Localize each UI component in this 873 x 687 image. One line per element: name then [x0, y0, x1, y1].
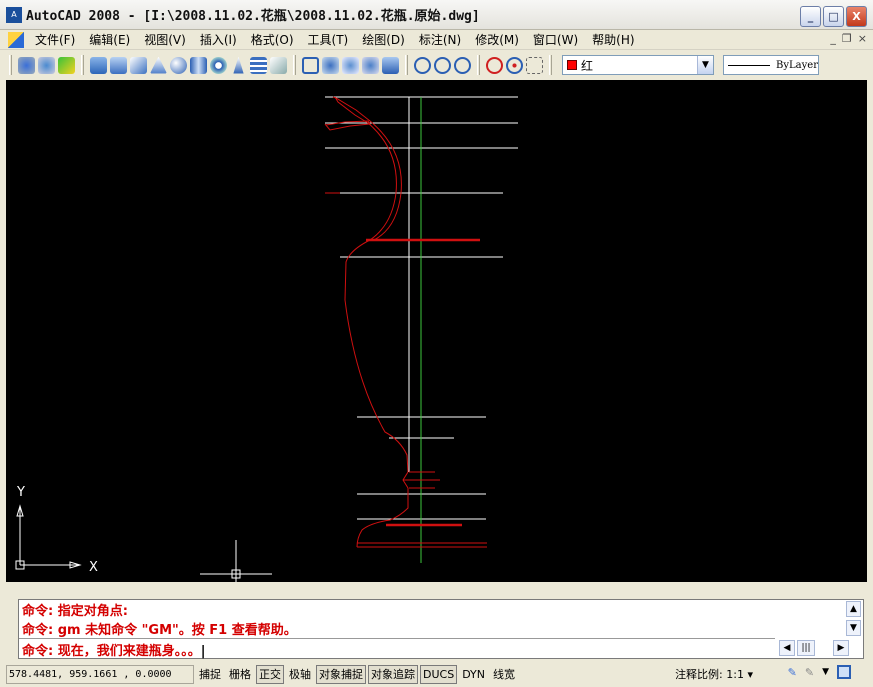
ucs-icon	[15, 504, 82, 570]
neck-inner	[332, 96, 402, 241]
menu-modify[interactable]: 修改(M)	[468, 31, 526, 48]
menu-window[interactable]: 窗口(W)	[526, 31, 585, 48]
menu-insert[interactable]: 插入(I)	[193, 31, 244, 48]
toolbar-separator	[549, 55, 552, 75]
base	[356, 488, 409, 548]
window-title: AutoCAD 2008 - [I:\2008.11.02.花瓶\2008.11…	[26, 9, 480, 24]
menu-dimension[interactable]: 标注(N)	[412, 31, 468, 48]
presspull-icon[interactable]	[322, 56, 339, 74]
osnap-toggle[interactable]: 对象捕捉	[316, 665, 366, 684]
ortho-toggle[interactable]: 正交	[256, 665, 284, 684]
crosshair-cursor	[200, 540, 272, 582]
lip	[324, 120, 371, 131]
auto-scale-icon[interactable]: ✎	[805, 666, 814, 679]
layer-name: 红	[581, 58, 594, 73]
menu-bar: 文件(F) 编辑(E) 视图(V) 插入(I) 格式(O) 工具(T) 绘图(D…	[0, 30, 873, 50]
layer-color-swatch	[567, 60, 577, 70]
union-icon[interactable]	[414, 56, 431, 74]
menu-format[interactable]: 格式(O)	[244, 31, 301, 48]
axis-x-label: X	[89, 560, 98, 575]
status-menu-arrow-icon[interactable]: ▼	[822, 667, 829, 677]
orbit-icon[interactable]	[18, 56, 35, 74]
dyn-toggle[interactable]: DYN	[459, 665, 488, 684]
drawing: Y X	[15, 96, 518, 582]
command-prompt: 命令: 现在，我们来建瓶身。。。	[22, 644, 201, 659]
command-window[interactable]: 命令: 指定对角点: 命令: gm 未知命令 "GM"。按 F1 查看帮助。 命…	[18, 599, 864, 659]
toolbar: 红 ▼ ByLayer	[0, 52, 873, 78]
menu-tools[interactable]: 工具(T)	[301, 31, 356, 48]
toolbar-grip[interactable]	[9, 55, 12, 75]
doc-minimize-button[interactable]: _	[830, 32, 836, 45]
neck-outer	[334, 96, 397, 241]
3d-rotate-icon[interactable]	[506, 56, 523, 74]
menu-file[interactable]: 文件(F)	[28, 31, 82, 48]
box-icon[interactable]	[110, 56, 127, 74]
sphere-icon[interactable]	[170, 56, 187, 74]
scroll-down-button[interactable]: ▼	[846, 620, 861, 636]
menu-draw[interactable]: 绘图(D)	[355, 31, 412, 48]
document-icon[interactable]	[8, 31, 24, 48]
scroll-left-button[interactable]: ◀	[779, 640, 795, 656]
linetype-name: ByLayer	[776, 59, 818, 71]
toolbar-separator	[477, 55, 480, 75]
ducs-toggle[interactable]: DUCS	[420, 665, 458, 684]
menu-view[interactable]: 视图(V)	[137, 31, 193, 48]
toolbar-separator	[81, 55, 84, 75]
extrude-icon[interactable]	[302, 56, 319, 74]
chevron-down-icon[interactable]: ▼	[697, 56, 713, 74]
annotation-scale[interactable]: 注释比例: 1:1 ▾	[675, 666, 753, 682]
planar-surface-icon[interactable]	[270, 56, 287, 74]
toolbar-separator	[293, 55, 296, 75]
command-history-line: 命令: 指定对角点:	[22, 604, 128, 619]
subtract-icon[interactable]	[434, 56, 451, 74]
intersect-icon[interactable]	[454, 56, 471, 74]
torus-icon[interactable]	[210, 56, 227, 74]
command-input[interactable]: 命令: 现在，我们来建瓶身。。。|	[22, 640, 205, 659]
axis-y-label: Y	[16, 485, 25, 500]
clean-screen-icon[interactable]	[837, 665, 851, 679]
helix-icon[interactable]	[250, 56, 267, 74]
title-bar: A AutoCAD 2008 - [I:\2008.11.02.花瓶\2008.…	[0, 0, 873, 30]
coordinate-readout[interactable]: 578.4481, 959.1661 , 0.0000	[6, 665, 194, 684]
free-orbit-icon[interactable]	[38, 56, 55, 74]
linetype-dropdown[interactable]: ByLayer	[723, 55, 819, 75]
annotation-visibility-icon[interactable]: ✎	[788, 666, 797, 679]
vase-profile	[324, 96, 487, 548]
cylinder-icon[interactable]	[190, 56, 207, 74]
minimize-button[interactable]: _	[800, 6, 821, 27]
scroll-right-button[interactable]: ▶	[833, 640, 849, 656]
doc-close-button[interactable]: ×	[858, 32, 867, 45]
close-button[interactable]: X	[846, 6, 867, 27]
polysolid-icon[interactable]	[90, 56, 107, 74]
revolve-icon[interactable]	[362, 56, 379, 74]
wedge-icon[interactable]	[130, 56, 147, 74]
scroll-thumb[interactable]: |||	[797, 640, 815, 656]
3d-move-icon[interactable]	[486, 56, 503, 74]
scroll-up-button[interactable]: ▲	[846, 601, 861, 617]
polar-toggle[interactable]: 极轴	[286, 665, 314, 684]
drawing-canvas[interactable]: Y X	[6, 80, 867, 582]
snap-toggle[interactable]: 捕捉	[196, 665, 224, 684]
menu-help[interactable]: 帮助(H)	[585, 31, 641, 48]
menu-edit[interactable]: 编辑(E)	[82, 31, 137, 48]
status-bar: 578.4481, 959.1661 , 0.0000 捕捉 栅格 正交 极轴 …	[0, 662, 873, 687]
body	[344, 239, 409, 473]
sweep-icon[interactable]	[342, 56, 359, 74]
otrack-toggle[interactable]: 对象追踪	[368, 665, 418, 684]
loft-icon[interactable]	[382, 56, 399, 74]
continuous-orbit-icon[interactable]	[58, 56, 75, 74]
toolbar-separator	[405, 55, 408, 75]
command-history-line: 命令: gm 未知命令 "GM"。按 F1 查看帮助。	[22, 623, 297, 638]
doc-restore-button[interactable]: ❐	[842, 32, 852, 45]
grid-toggle[interactable]: 栅格	[226, 665, 254, 684]
pyramid-icon[interactable]	[233, 56, 244, 74]
layer-dropdown[interactable]: 红 ▼	[562, 55, 714, 75]
cone-icon[interactable]	[150, 56, 167, 74]
3d-align-icon[interactable]	[526, 56, 543, 74]
autocad-icon: A	[6, 6, 22, 23]
lineweight-toggle[interactable]: 线宽	[490, 665, 518, 684]
maximize-button[interactable]: □	[823, 6, 844, 27]
